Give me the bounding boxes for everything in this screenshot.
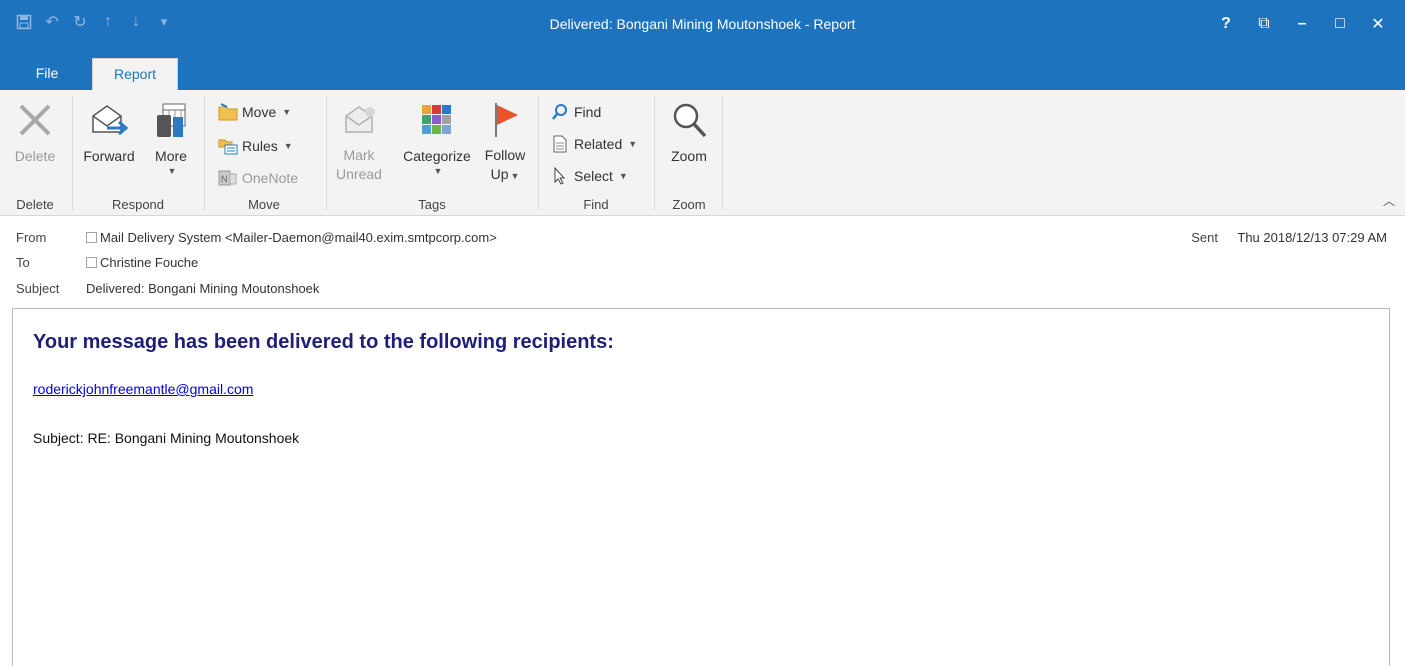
group-zoom: Zoom Zoom bbox=[656, 94, 722, 214]
minimize-icon[interactable]: – bbox=[1283, 10, 1321, 38]
collapse-ribbon-icon[interactable]: ︿ bbox=[1383, 192, 1395, 209]
to-contact-checkbox[interactable] bbox=[86, 257, 97, 268]
subject-row: Subject Delivered: Bongani Mining Mouton… bbox=[16, 281, 319, 296]
window-controls: ? ⧉ – □ ✕ bbox=[1207, 10, 1397, 38]
group-divider bbox=[326, 96, 327, 210]
group-label-respond: Respond bbox=[111, 197, 165, 212]
move-dropdown-icon: ▼ bbox=[282, 107, 292, 117]
recipient-link[interactable]: roderickjohnfreemantle@gmail.com bbox=[33, 381, 253, 397]
forward-label: Forward bbox=[83, 148, 135, 164]
zoom-label: Zoom bbox=[671, 148, 707, 164]
group-move: Move ▼ Rules ▼ N OneNote Move bbox=[206, 94, 322, 214]
original-subject-line: Subject: RE: Bongani Mining Moutonshoek bbox=[33, 430, 300, 446]
onenote-label: OneNote bbox=[242, 170, 299, 186]
move-icon bbox=[218, 102, 238, 122]
group-divider bbox=[722, 96, 723, 210]
subject-value: Delivered: Bongani Mining Moutonshoek bbox=[86, 281, 320, 296]
group-label-zoom: Zoom bbox=[672, 197, 706, 212]
group-divider bbox=[204, 96, 205, 210]
more-dropdown-icon: ▼ bbox=[167, 166, 177, 176]
from-contact-checkbox[interactable] bbox=[86, 232, 97, 243]
forward-button[interactable]: Forward bbox=[78, 98, 140, 166]
group-find: Find Related ▼ Select ▼ Find bbox=[540, 94, 652, 214]
group-label-move: Move bbox=[248, 197, 280, 212]
group-divider bbox=[538, 96, 539, 210]
tab-file[interactable]: File bbox=[22, 56, 72, 90]
mark-label: Mark bbox=[343, 147, 375, 163]
rules-label: Rules bbox=[242, 138, 278, 154]
rules-dropdown-icon: ▼ bbox=[283, 141, 293, 151]
from-value[interactable]: Mail Delivery System <Mailer-Daemon@mail… bbox=[100, 230, 497, 245]
more-respond-icon bbox=[149, 98, 193, 142]
delete-icon bbox=[13, 98, 57, 142]
onenote-icon: N bbox=[218, 168, 238, 188]
select-dropdown-icon: ▼ bbox=[618, 171, 628, 181]
delete-label: Delete bbox=[14, 148, 56, 164]
title-bar: ↶ ↻ ↑ ↓ ▾ Delivered: Bongani Mining Mout… bbox=[0, 0, 1405, 56]
more-respond-button[interactable]: More ▼ bbox=[144, 98, 198, 176]
onenote-button[interactable]: N OneNote bbox=[218, 166, 298, 190]
move-button[interactable]: Move ▼ bbox=[218, 100, 291, 124]
flag-icon bbox=[483, 98, 527, 142]
move-label: Move bbox=[242, 104, 277, 120]
search-icon bbox=[550, 102, 570, 122]
follow-up-button[interactable]: Follow Up ▼ bbox=[478, 98, 532, 186]
forward-icon bbox=[87, 98, 131, 142]
tab-report[interactable]: Report bbox=[92, 58, 178, 90]
subject-label: Subject bbox=[16, 281, 60, 296]
select-label: Select bbox=[574, 168, 613, 184]
select-button[interactable]: Select ▼ bbox=[550, 164, 628, 188]
categorize-button[interactable]: Categorize ▼ bbox=[390, 98, 484, 176]
categorize-dropdown-icon: ▼ bbox=[433, 166, 443, 176]
categorize-label: Categorize bbox=[403, 148, 471, 164]
rules-icon bbox=[218, 136, 238, 156]
maximize-icon[interactable]: □ bbox=[1321, 10, 1359, 38]
sent-label: Sent bbox=[1191, 230, 1218, 245]
group-tags: Mark Unread Categorize ▼ Follow Up ▼ Tags bbox=[328, 94, 536, 214]
find-label: Find bbox=[574, 104, 602, 120]
delete-button[interactable]: Delete bbox=[8, 98, 62, 166]
zoom-icon bbox=[667, 98, 711, 142]
window-title: Delivered: Bongani Mining Moutonshoek - … bbox=[549, 16, 856, 32]
document-icon bbox=[550, 134, 570, 154]
to-row: To Christine Fouche bbox=[16, 255, 198, 270]
group-delete: Delete Delete bbox=[0, 94, 70, 214]
related-button[interactable]: Related ▼ bbox=[550, 132, 637, 156]
message-body[interactable]: Your message has been delivered to the f… bbox=[12, 308, 1390, 666]
sent-info: Sent Thu 2018/12/13 07:29 AM bbox=[1191, 230, 1387, 245]
ribbon-tabs: File Report bbox=[0, 56, 1405, 90]
find-button[interactable]: Find bbox=[550, 100, 601, 124]
delivery-heading: Your message has been delivered to the f… bbox=[33, 331, 614, 353]
svg-text:N: N bbox=[221, 174, 228, 184]
related-dropdown-icon: ▼ bbox=[628, 139, 638, 149]
group-label-find: Find bbox=[583, 197, 609, 212]
close-icon[interactable]: ✕ bbox=[1359, 10, 1397, 38]
group-label-delete: Delete bbox=[16, 197, 54, 212]
group-label-tags: Tags bbox=[418, 197, 446, 212]
cursor-icon bbox=[550, 166, 570, 186]
categorize-icon bbox=[415, 98, 459, 142]
up-label: Up bbox=[490, 166, 509, 182]
more-label: More bbox=[155, 148, 187, 164]
group-divider bbox=[654, 96, 655, 210]
follow-label: Follow bbox=[484, 147, 526, 163]
mark-unread-icon bbox=[337, 98, 381, 142]
to-label: To bbox=[16, 255, 30, 270]
mark-unread-button[interactable]: Mark Unread bbox=[332, 98, 386, 184]
unread-label: Unread bbox=[336, 166, 382, 182]
follow-up-dropdown-icon: ▼ bbox=[510, 171, 520, 181]
from-label: From bbox=[16, 230, 47, 245]
group-respond: Forward More ▼ Respond bbox=[74, 94, 202, 214]
from-row: From Mail Delivery System <Mailer-Daemon… bbox=[16, 230, 497, 245]
help-icon[interactable]: ? bbox=[1207, 10, 1245, 38]
zoom-button[interactable]: Zoom bbox=[662, 98, 716, 166]
ribbon: Delete Delete Forward More ▼ Respond Mov… bbox=[0, 90, 1405, 216]
rules-button[interactable]: Rules ▼ bbox=[218, 134, 293, 158]
ribbon-display-options-icon[interactable]: ⧉ bbox=[1245, 10, 1283, 38]
to-value[interactable]: Christine Fouche bbox=[100, 255, 198, 270]
related-label: Related bbox=[574, 136, 623, 152]
group-divider bbox=[72, 96, 73, 210]
sent-value: Thu 2018/12/13 07:29 AM bbox=[1237, 230, 1387, 245]
